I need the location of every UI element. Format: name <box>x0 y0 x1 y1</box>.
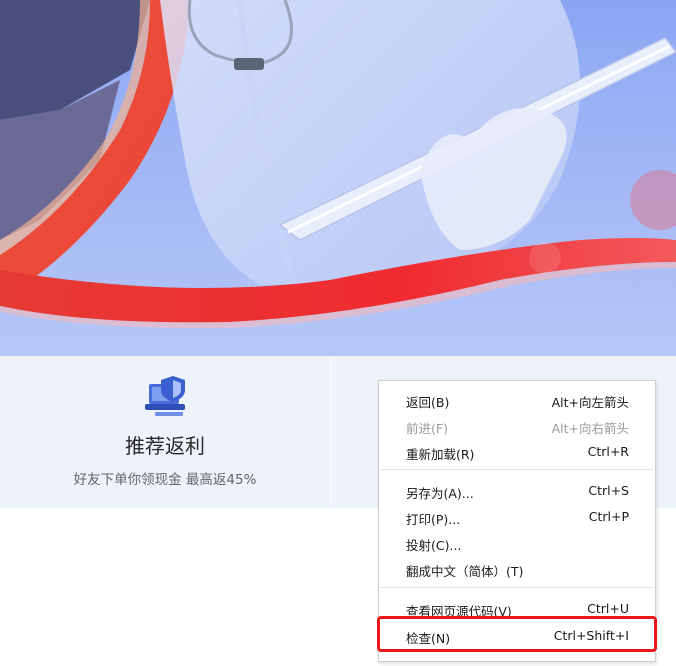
hero-illustration <box>0 0 676 329</box>
card-title: 推荐返利 <box>125 434 205 458</box>
menu-item-reload[interactable]: 重新加载(R) Ctrl+R <box>379 439 655 463</box>
menu-item-forward[interactable]: 前进(F) Alt+向右箭头 <box>379 413 655 437</box>
menu-separator <box>380 469 654 470</box>
hero-banner <box>0 0 676 356</box>
menu-separator <box>380 587 654 588</box>
menu-item-view-source[interactable]: 查看网页源代码(V) Ctrl+U <box>379 596 655 620</box>
menu-item-print[interactable]: 打印(P)... Ctrl+P <box>379 504 655 528</box>
menu-item-cast[interactable]: 投射(C)... <box>379 530 655 554</box>
menu-item-back[interactable]: 返回(B) Alt+向左箭头 <box>379 387 655 411</box>
menu-item-save-as[interactable]: 另存为(A)... Ctrl+S <box>379 478 655 502</box>
referral-card[interactable]: 推荐返利 好友下单你领现金 最高返45% <box>0 356 332 508</box>
context-menu: 返回(B) Alt+向左箭头 前进(F) Alt+向右箭头 重新加载(R) Ct… <box>378 380 656 662</box>
card-subtitle: 好友下单你领现金 最高返45% <box>73 472 257 488</box>
menu-item-translate[interactable]: 翻成中文（简体）(T) <box>379 556 655 580</box>
menu-item-inspect[interactable]: 检查(N) Ctrl+Shift+I <box>379 623 655 647</box>
laptop-shield-icon <box>145 374 187 422</box>
